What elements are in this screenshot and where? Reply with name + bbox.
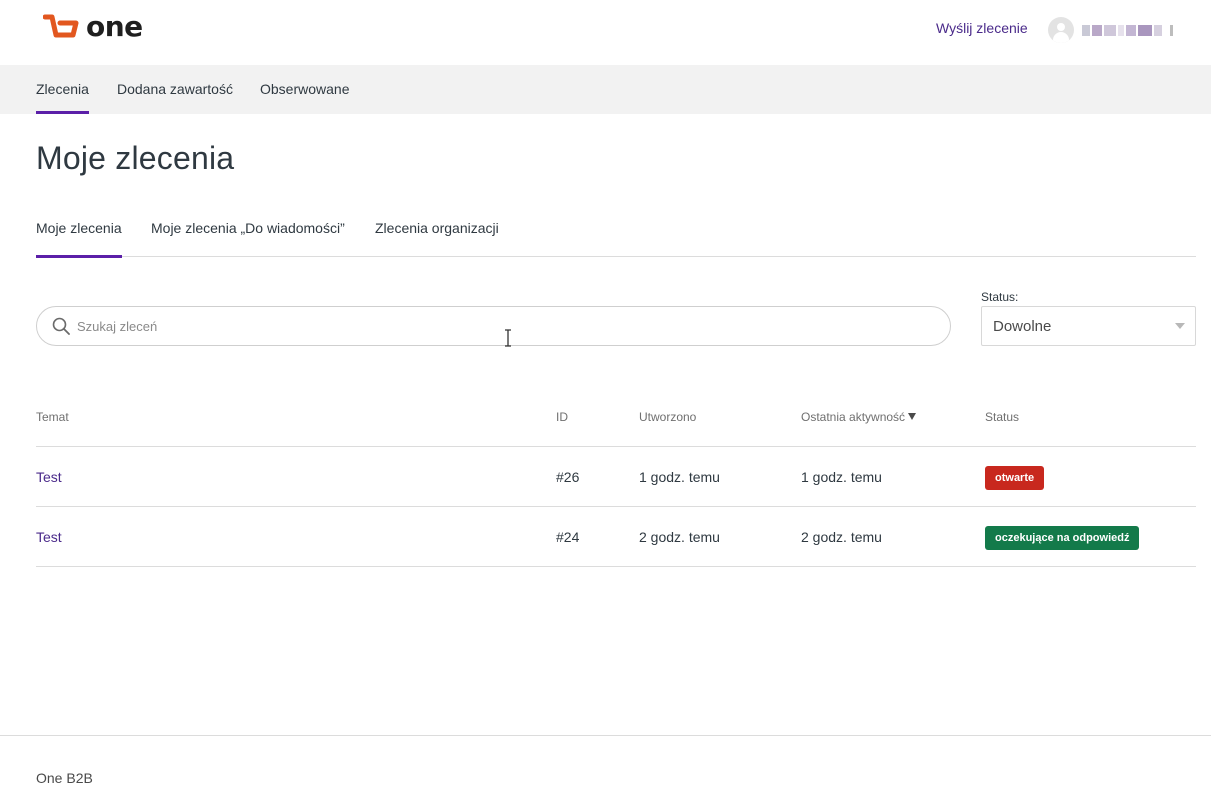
request-last-activity: 2 godz. temu [801, 529, 882, 545]
table-header: Temat ID Utworzono Ostatnia aktywność St… [36, 387, 1196, 447]
table-row[interactable]: Test #26 1 godz. temu 1 godz. temu otwar… [36, 447, 1196, 507]
user-name-redacted[interactable] [1082, 25, 1173, 36]
status-badge: oczekujące na odpowiedź [985, 526, 1140, 550]
user-avatar-icon[interactable] [1048, 17, 1074, 43]
top-header: one Wyślij zlecenie [0, 0, 1211, 65]
search-box [36, 306, 951, 346]
nav-item-dodana-zawartosc[interactable]: Dodana zawartość [117, 65, 233, 114]
request-created: 1 godz. temu [639, 469, 720, 485]
status-filter-select[interactable]: Dowolne [981, 306, 1196, 346]
footer-brand-text: One B2B [36, 770, 93, 786]
tab-my-cc-requests[interactable]: Moje zlecenia „Do wiadomości” [151, 200, 345, 257]
text-cursor-icon [505, 329, 511, 347]
request-subject-link[interactable]: Test [36, 447, 62, 507]
submit-request-link[interactable]: Wyślij zlecenie [936, 20, 1028, 36]
nav-item-zlecenia[interactable]: Zlecenia [36, 65, 89, 114]
request-id: #24 [556, 529, 580, 545]
page-title: Moje zlecenia [36, 140, 235, 176]
search-icon [52, 317, 70, 335]
tab-organization-requests[interactable]: Zlecenia organizacji [375, 200, 499, 257]
sort-descending-icon [908, 413, 917, 420]
status-filter-label: Status: [981, 290, 1019, 304]
request-subject-link[interactable]: Test [36, 507, 62, 567]
page-footer: One B2B [0, 735, 1211, 808]
nav-item-obserwowane[interactable]: Obserwowane [260, 65, 350, 114]
request-tabs: Moje zlecenia Moje zlecenia „Do wiadomoś… [36, 200, 1196, 258]
chevron-down-icon [1175, 323, 1185, 329]
requests-table: Temat ID Utworzono Ostatnia aktywność St… [36, 387, 1196, 567]
request-id: #26 [556, 469, 580, 485]
logo[interactable]: one [43, 13, 143, 41]
column-header-created[interactable]: Utworzono [639, 387, 696, 447]
tab-my-requests[interactable]: Moje zlecenia [36, 200, 122, 258]
request-last-activity: 1 godz. temu [801, 469, 882, 485]
status-badge: otwarte [985, 466, 1045, 490]
column-header-id[interactable]: ID [556, 387, 568, 447]
cart-logo-icon [43, 14, 79, 38]
main-nav: Zlecenia Dodana zawartość Obserwowane [0, 65, 1211, 114]
request-created: 2 godz. temu [639, 529, 720, 545]
column-header-last-activity-label: Ostatnia aktywność [801, 410, 906, 424]
column-header-subject[interactable]: Temat [36, 387, 69, 447]
table-row[interactable]: Test #24 2 godz. temu 2 godz. temu oczek… [36, 507, 1196, 567]
status-filter-value: Dowolne [993, 318, 1052, 335]
column-header-status[interactable]: Status [985, 387, 1019, 447]
column-header-last-activity[interactable]: Ostatnia aktywność [801, 387, 917, 447]
logo-text: one [86, 10, 143, 43]
